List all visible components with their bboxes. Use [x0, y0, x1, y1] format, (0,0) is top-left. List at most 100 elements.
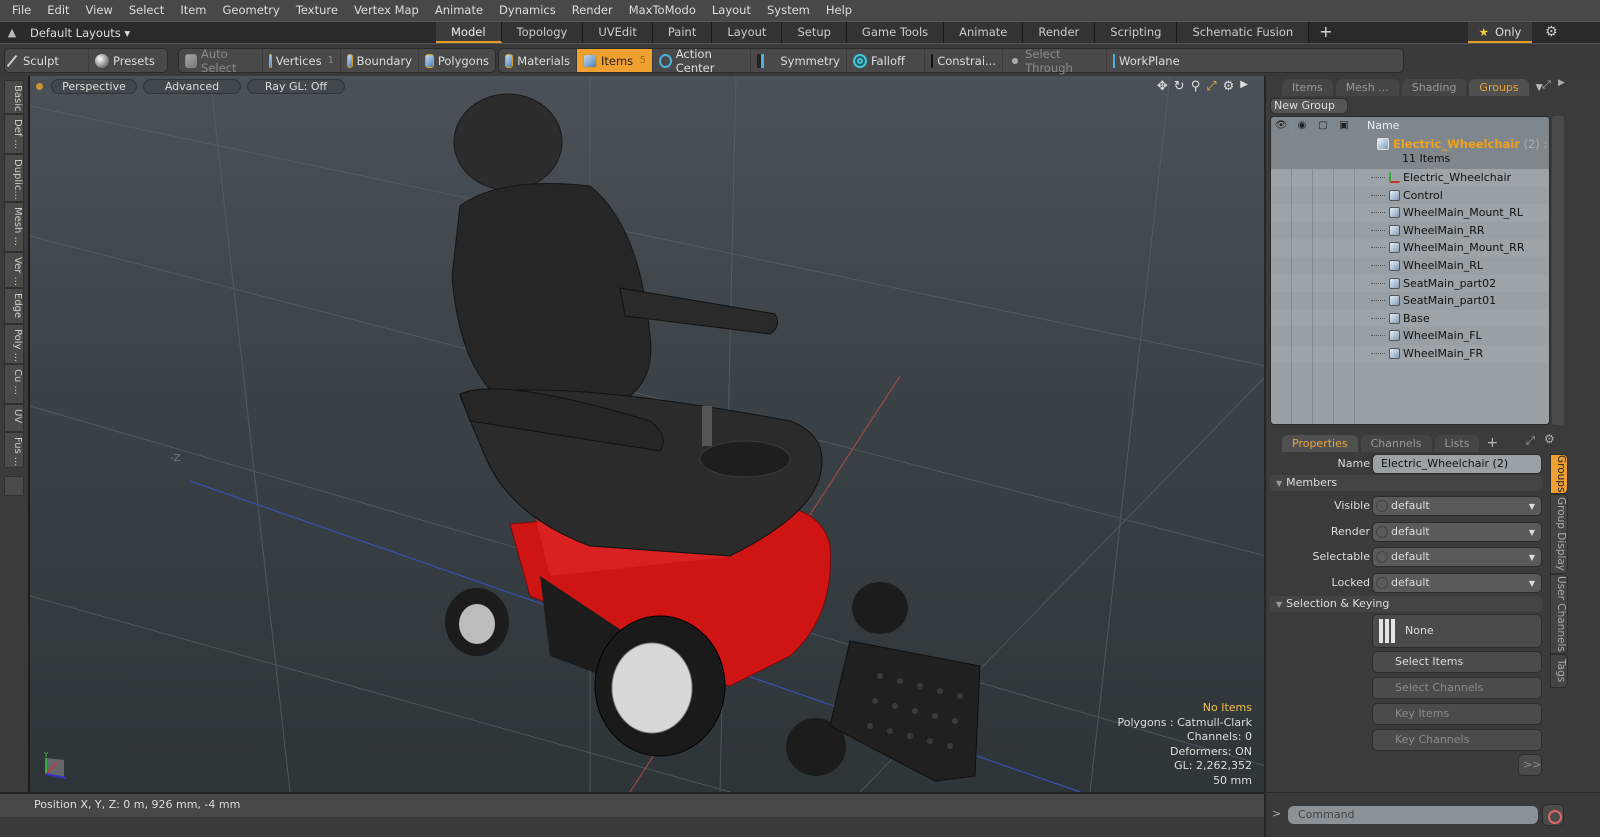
- key-channels-button[interactable]: Key Channels: [1372, 729, 1542, 751]
- tab-groups[interactable]: Groups: [1469, 79, 1529, 96]
- rotate-view-icon[interactable]: ↻: [1174, 79, 1185, 94]
- props-expand-icon[interactable]: ⤢: [1526, 434, 1535, 448]
- group-row-electric-wheelchair[interactable]: Electric_Wheelchair (2) : 11 Items: [1271, 135, 1549, 169]
- menu-maxtomodo[interactable]: MaxToModo: [621, 0, 704, 21]
- members-section[interactable]: ▼ Members: [1270, 475, 1542, 491]
- render-column-icon[interactable]: ◉: [1292, 117, 1313, 135]
- items-button[interactable]: Items 5: [577, 49, 653, 72]
- side-tab-groups[interactable]: Groups: [1550, 454, 1568, 494]
- tree-item-row[interactable]: SeatMain_part01: [1271, 292, 1549, 310]
- menu-system[interactable]: System: [759, 0, 818, 21]
- symmetry-button[interactable]: Symmetry: [751, 49, 847, 72]
- menu-geometry[interactable]: Geometry: [215, 0, 288, 21]
- tab-properties[interactable]: Properties: [1282, 435, 1358, 452]
- menu-animate[interactable]: Animate: [427, 0, 491, 21]
- view-mode-button[interactable]: Perspective: [51, 78, 137, 94]
- menu-vertex-map[interactable]: Vertex Map: [346, 0, 427, 21]
- side-tab-user-channels[interactable]: User Channels: [1550, 574, 1568, 654]
- select-column-icon[interactable]: ▣: [1334, 117, 1355, 135]
- workplane-button[interactable]: WorkPlane: [1107, 49, 1183, 72]
- maximize-icon[interactable]: ⤢: [1206, 79, 1216, 94]
- tree-item-row[interactable]: Electric_Wheelchair: [1271, 169, 1549, 187]
- raygl-button[interactable]: Ray GL: Off: [247, 78, 345, 94]
- radio-indicator[interactable]: [1376, 551, 1388, 563]
- falloff-button[interactable]: Falloff: [847, 49, 925, 72]
- menu-view[interactable]: View: [78, 0, 121, 21]
- tab-mesh[interactable]: Mesh ...: [1335, 79, 1399, 96]
- menu-render[interactable]: Render: [564, 0, 621, 21]
- tab-paint[interactable]: Paint: [652, 22, 713, 43]
- menu-help[interactable]: Help: [818, 0, 860, 21]
- tab-extra[interactable]: [4, 476, 24, 496]
- tab-polygon[interactable]: Poly ...: [4, 324, 24, 364]
- add-tab-button[interactable]: +: [1309, 22, 1342, 43]
- props-gear-icon[interactable]: ⚙: [1544, 432, 1555, 446]
- select-items-button[interactable]: Select Items: [1372, 651, 1542, 673]
- tab-uv[interactable]: UV: [4, 404, 24, 432]
- key-items-button[interactable]: Key Items: [1372, 703, 1542, 725]
- add-panel-tab-button[interactable]: +: [1482, 435, 1502, 452]
- new-group-button[interactable]: New Group: [1270, 98, 1348, 114]
- side-tab-group-display[interactable]: Group Display: [1550, 494, 1568, 574]
- zoom-view-icon[interactable]: ⚲: [1191, 79, 1201, 94]
- record-macro-icon[interactable]: [1542, 804, 1564, 826]
- shading-button[interactable]: Advanced: [143, 78, 241, 94]
- tab-scripting[interactable]: Scripting: [1095, 22, 1178, 43]
- command-input[interactable]: Command: [1288, 806, 1538, 824]
- sculpt-button[interactable]: Sculpt: [5, 49, 89, 72]
- tab-game-tools[interactable]: Game Tools: [846, 22, 945, 43]
- tree-item-row[interactable]: Control: [1271, 187, 1549, 205]
- menu-layout[interactable]: Layout: [704, 0, 759, 21]
- action-center-button[interactable]: Action Center: [653, 47, 751, 75]
- hierarchy-none-button[interactable]: None: [1372, 614, 1542, 648]
- tab-uvedit[interactable]: UVEdit: [583, 22, 653, 43]
- only-button[interactable]: ★ Only: [1468, 22, 1532, 43]
- visibility-column-icon[interactable]: 👁: [1271, 117, 1292, 135]
- gear-icon[interactable]: ⚙: [1545, 24, 1558, 40]
- tree-item-row[interactable]: WheelMain_RR: [1271, 222, 1549, 240]
- tab-schematic-fusion[interactable]: Schematic Fusion: [1177, 22, 1310, 43]
- move-view-icon[interactable]: ✥: [1157, 79, 1168, 94]
- name-column-header[interactable]: Name: [1355, 117, 1399, 135]
- panel-expand-icon[interactable]: ⤢: [1542, 78, 1551, 92]
- visible-dropdown[interactable]: default ▼: [1372, 496, 1542, 516]
- tab-render[interactable]: Render: [1023, 22, 1096, 43]
- boundary-button[interactable]: Boundary: [341, 49, 419, 72]
- radio-indicator[interactable]: [1376, 500, 1388, 512]
- tab-vertex[interactable]: Ver ...: [4, 252, 24, 288]
- tree-item-row[interactable]: WheelMain_RL: [1271, 257, 1549, 275]
- vertices-button[interactable]: Vertices 1: [263, 49, 341, 72]
- menu-dynamics[interactable]: Dynamics: [491, 0, 564, 21]
- viewport-gear-icon[interactable]: ⚙: [1223, 79, 1235, 94]
- tab-animate[interactable]: Animate: [944, 22, 1024, 43]
- auto-select-button[interactable]: Auto Select: [179, 47, 263, 75]
- tree-item-row[interactable]: WheelMain_FL: [1271, 327, 1549, 345]
- selection-keying-section[interactable]: ▼ Selection & Keying: [1270, 596, 1542, 612]
- tree-item-row[interactable]: Base: [1271, 309, 1549, 328]
- materials-button[interactable]: Materials: [499, 49, 577, 72]
- radio-indicator[interactable]: [1376, 576, 1388, 589]
- tab-edge[interactable]: Edge: [4, 288, 24, 324]
- tab-model[interactable]: Model: [436, 22, 502, 43]
- tree-item-row[interactable]: WheelMain_Mount_RL: [1271, 204, 1549, 222]
- tab-topology[interactable]: Topology: [501, 22, 584, 43]
- panel-arrow-icon[interactable]: ▶: [1558, 78, 1565, 88]
- locked-dropdown[interactable]: default ▼: [1372, 572, 1542, 593]
- tab-duplicate[interactable]: Duplic...: [4, 154, 24, 202]
- tab-channels[interactable]: Channels: [1360, 435, 1432, 452]
- menu-texture[interactable]: Texture: [288, 0, 346, 21]
- constraints-button[interactable]: Constrai...: [925, 49, 1003, 72]
- tab-deform[interactable]: Def ...: [4, 114, 24, 154]
- menu-edit[interactable]: Edit: [39, 0, 77, 21]
- select-through-button[interactable]: Select Through: [1003, 47, 1107, 75]
- select-channels-button[interactable]: Select Channels: [1372, 677, 1542, 699]
- tree-scrollbar[interactable]: [1552, 116, 1564, 425]
- tree-item-row[interactable]: WheelMain_Mount_RR: [1271, 239, 1549, 257]
- selectable-dropdown[interactable]: default ▼: [1372, 547, 1542, 567]
- tree-item-row[interactable]: WheelMain_FR: [1271, 344, 1549, 363]
- tab-fusion[interactable]: Fus ...: [4, 432, 24, 468]
- lock-column-icon[interactable]: ▢: [1313, 117, 1334, 135]
- expand-arrow-icon[interactable]: ▶: [1240, 79, 1248, 94]
- polygons-button[interactable]: Polygons: [419, 49, 495, 72]
- tab-lists[interactable]: Lists: [1434, 435, 1480, 452]
